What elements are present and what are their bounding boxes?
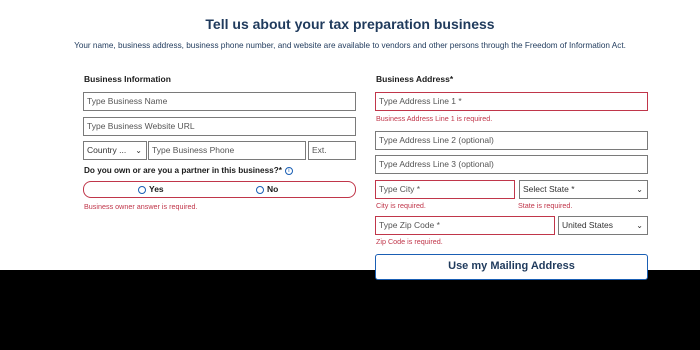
state-select[interactable]: Select State * ⌄ xyxy=(519,180,648,199)
partner-error: Business owner answer is required. xyxy=(84,202,198,211)
address-line1-input[interactable]: Type Address Line 1 * xyxy=(375,92,648,111)
radio-yes-label: Yes xyxy=(149,184,164,194)
radio-no[interactable]: No xyxy=(256,184,278,194)
radio-circle-icon xyxy=(256,185,264,194)
chevron-down-icon: ⌄ xyxy=(636,185,643,194)
address-line2-input[interactable]: Type Address Line 2 (optional) xyxy=(375,131,648,150)
page: Tell us about your tax preparation busin… xyxy=(0,0,700,280)
partner-radio-group xyxy=(83,181,356,198)
radio-no-label: No xyxy=(267,184,279,194)
city-input[interactable]: Type City * xyxy=(375,180,515,199)
address-line1-error: Business Address Line 1 is required. xyxy=(376,114,493,123)
country-code-select[interactable]: Country ... ⌄ xyxy=(83,141,147,160)
radio-circle-icon xyxy=(138,185,146,194)
partner-question: Do you own or are you a partner in this … xyxy=(84,166,293,175)
zip-code-error: Zip Code is required. xyxy=(376,237,443,246)
chevron-down-icon: ⌄ xyxy=(135,146,142,155)
chevron-down-icon: ⌄ xyxy=(636,221,643,230)
business-name-input[interactable]: Type Business Name xyxy=(83,92,356,111)
business-website-input[interactable]: Type Business Website URL xyxy=(83,117,356,136)
radio-yes[interactable]: Yes xyxy=(138,184,164,194)
city-error: City is required. xyxy=(376,201,426,210)
business-phone-input[interactable]: Type Business Phone xyxy=(148,141,306,160)
state-error: State is required. xyxy=(518,201,573,210)
page-title: Tell us about your tax preparation busin… xyxy=(205,16,495,32)
business-address-label: Business Address* xyxy=(376,74,454,84)
partner-question-text: Do you own or are you a partner in this … xyxy=(84,166,282,175)
country-code-value: Country ... xyxy=(87,145,127,155)
zip-code-input[interactable]: Type Zip Code * xyxy=(375,216,555,235)
state-select-value: Select State * xyxy=(523,184,575,194)
info-icon[interactable]: i xyxy=(284,166,293,175)
address-line3-input[interactable]: Type Address Line 3 (optional) xyxy=(375,155,648,174)
business-information-label: Business Information xyxy=(84,74,171,84)
address-country-select[interactable]: United States ⌄ xyxy=(558,216,648,235)
use-mailing-address-button[interactable]: Use my Mailing Address xyxy=(375,254,648,280)
address-country-value: United States xyxy=(562,220,614,230)
phone-extension-input[interactable]: Ext. xyxy=(308,141,356,160)
page-subtitle: Your name, business address, business ph… xyxy=(74,41,626,50)
